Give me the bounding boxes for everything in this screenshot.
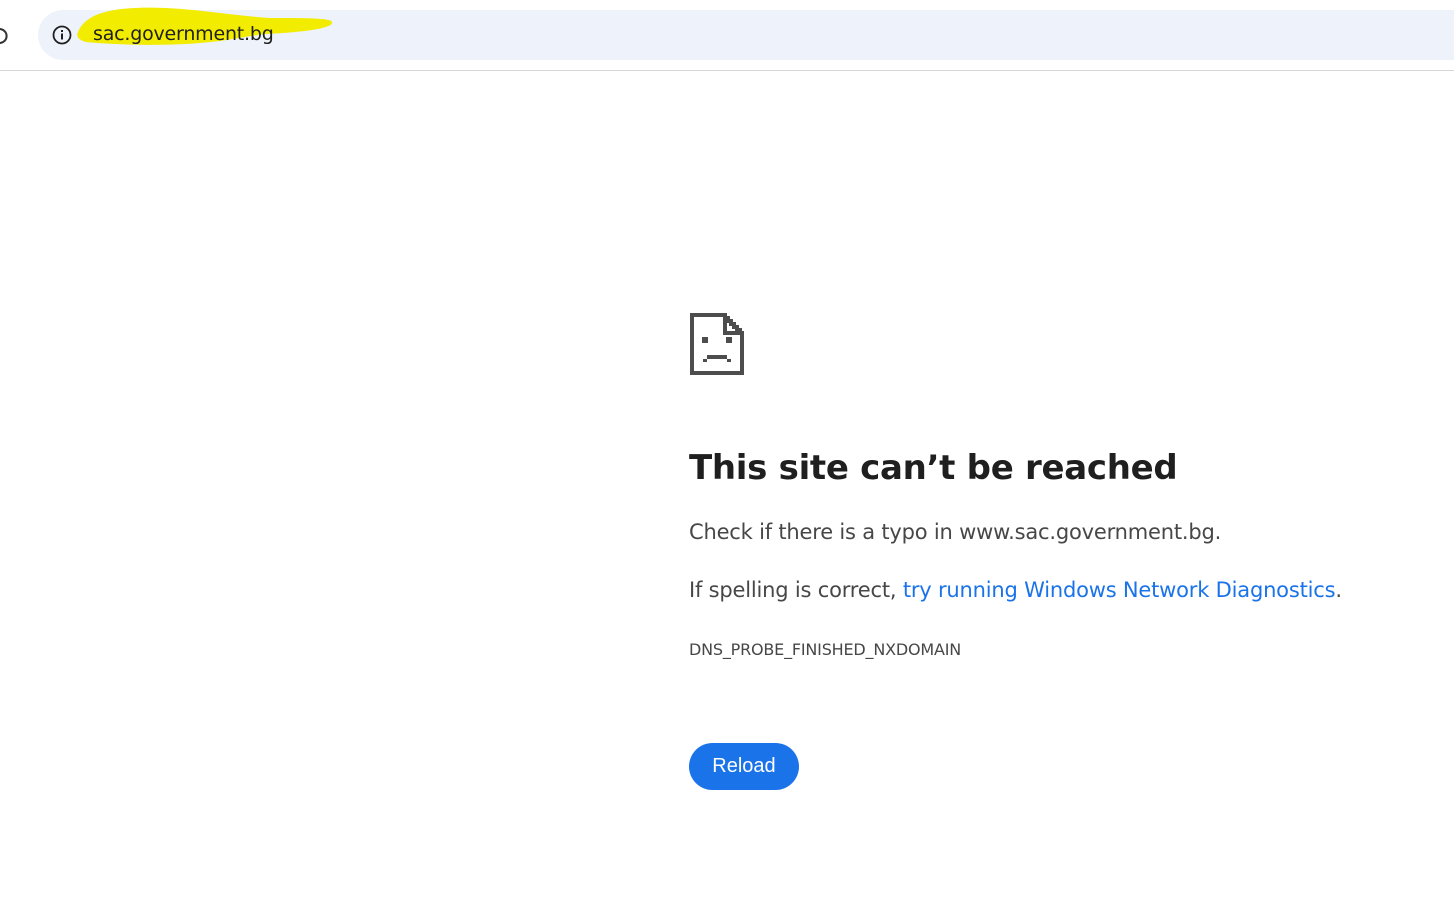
network-diagnostics-link[interactable]: try running Windows Network Diagnostics xyxy=(903,578,1336,602)
error-code: DNS_PROBE_FINISHED_NXDOMAIN xyxy=(689,640,961,659)
spelling-message: If spelling is correct, try running Wind… xyxy=(689,578,1342,602)
address-bar[interactable]: sac.government.bg xyxy=(38,7,1454,60)
sad-document-icon xyxy=(690,313,744,375)
typo-message: Check if there is a typo in www.sac.gove… xyxy=(689,520,1222,544)
browser-toolbar: sac.government.bg xyxy=(0,0,1454,71)
reload-icon[interactable] xyxy=(0,26,8,46)
url-text[interactable]: sac.government.bg xyxy=(93,23,274,45)
spelling-prefix: If spelling is correct, xyxy=(689,578,903,602)
reload-button[interactable]: Reload xyxy=(689,743,799,790)
spelling-suffix: . xyxy=(1335,578,1342,602)
error-title: This site can’t be reached xyxy=(689,448,1178,488)
info-circle-icon[interactable] xyxy=(52,25,72,45)
